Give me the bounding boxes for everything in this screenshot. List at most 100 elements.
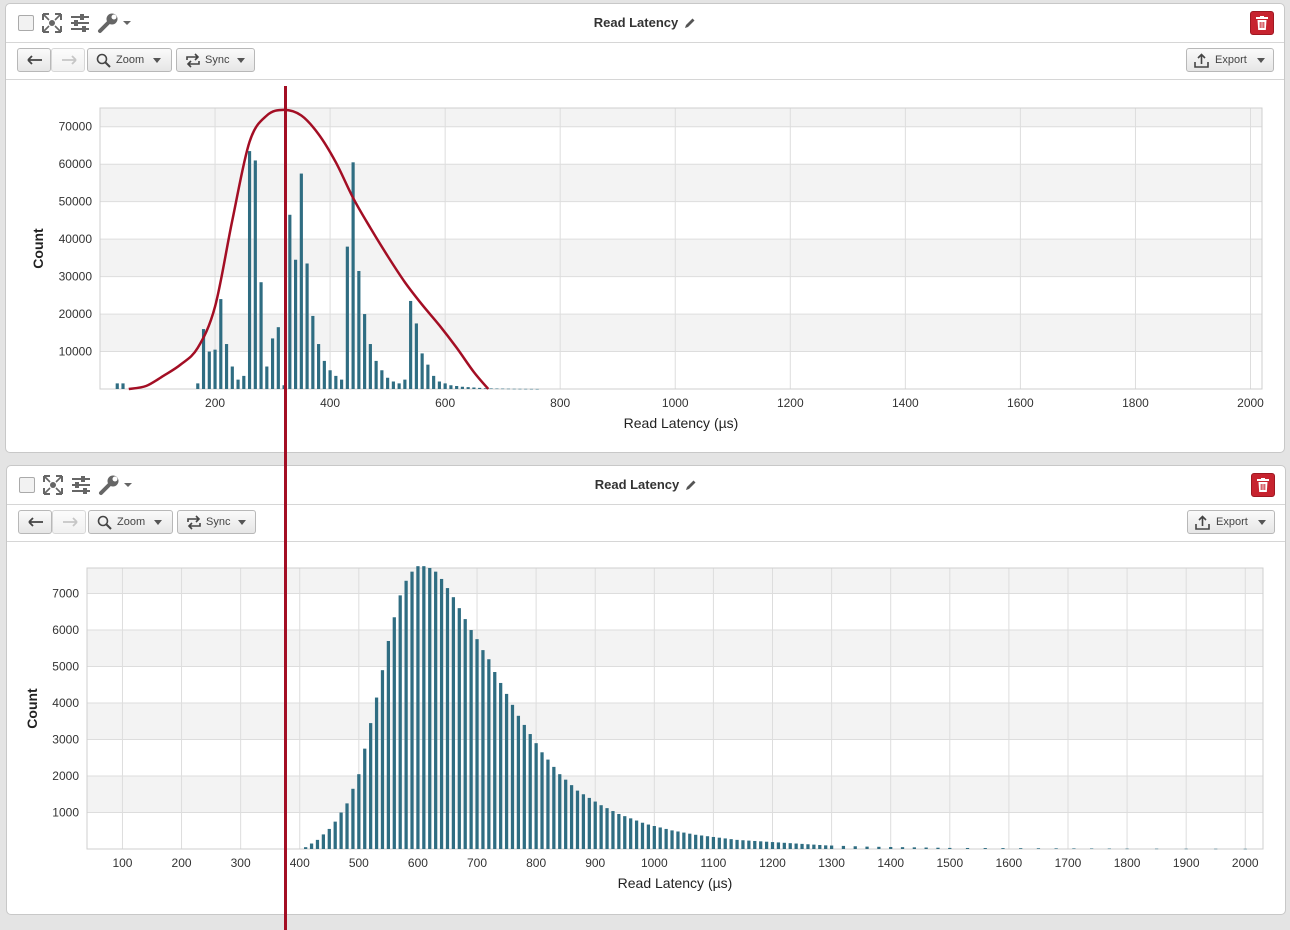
y-tick-label: 30000 (59, 270, 93, 284)
panel-toolbar: Zoom Sync Export (6, 42, 1284, 80)
back-arrow-icon (27, 55, 42, 65)
chart-panel-2: Read Latency Zoom Sync Export 100 200 30… (6, 465, 1286, 915)
histogram-bar (948, 847, 952, 849)
zoom-dropdown[interactable]: Zoom (88, 510, 173, 534)
zoom-dropdown[interactable]: Zoom (87, 48, 172, 72)
histogram-bar (224, 344, 229, 389)
plot-band (100, 126, 1262, 165)
histogram-bar (699, 835, 704, 849)
histogram-bar (487, 659, 491, 849)
chart-panel-1: Read Latency Zoom Sync Export 200 400 60… (5, 3, 1285, 453)
histogram-bar (242, 375, 246, 389)
histogram-bar (432, 375, 436, 389)
export-dropdown[interactable]: Export (1186, 48, 1274, 72)
export-label: Export (1215, 54, 1247, 66)
x-tick-label: 700 (467, 856, 487, 870)
y-tick-label: 50000 (59, 195, 93, 209)
panel-title[interactable]: Read Latency (6, 15, 1284, 32)
histogram-bar (472, 387, 476, 389)
histogram-bar (965, 847, 970, 849)
histogram-bar (253, 160, 257, 389)
plot-band (100, 164, 1262, 202)
histogram-bar (670, 830, 674, 849)
export-icon (1195, 515, 1210, 530)
zoom-label: Zoom (116, 54, 145, 66)
histogram-bar (889, 846, 893, 849)
x-tick-label: 300 (231, 856, 251, 870)
y-tick-label: 6000 (52, 623, 79, 637)
sync-dropdown[interactable]: Sync (177, 510, 256, 534)
histogram-bar (646, 824, 651, 849)
x-tick-label: 2000 (1237, 396, 1264, 410)
histogram-bar (374, 360, 378, 389)
histogram-bar (469, 630, 473, 849)
histogram-bar (652, 826, 656, 849)
x-tick-label: 800 (550, 396, 570, 410)
crosshair-cursor-line[interactable] (284, 86, 287, 930)
back-button[interactable] (18, 510, 52, 534)
histogram-bar (522, 724, 526, 849)
histogram-bar (434, 571, 438, 849)
sync-label: Sync (206, 516, 231, 528)
histogram-bar (735, 839, 739, 849)
histogram-bar (723, 838, 727, 849)
latency-histogram-chart-2[interactable]: 100 200 300 400 500 600 700 800 900 1000 1100 1200 1… (7, 542, 1285, 912)
histogram-bar (717, 837, 721, 849)
histogram-bar (276, 327, 280, 389)
delete-panel-button[interactable] (1250, 11, 1274, 35)
histogram-bar (460, 386, 464, 389)
x-tick-label: 1600 (1007, 396, 1034, 410)
histogram-bar (841, 845, 846, 849)
forward-button[interactable] (52, 510, 86, 534)
sync-dropdown[interactable]: Sync (176, 48, 255, 72)
histogram-bar (333, 821, 337, 849)
back-arrow-icon (28, 517, 43, 527)
x-tick-label: 1200 (759, 856, 786, 870)
histogram-bar (569, 785, 574, 849)
histogram-bar (605, 808, 609, 849)
histogram-bar (759, 841, 763, 849)
histogram-bar (546, 759, 550, 849)
histogram-bar (782, 842, 786, 849)
histogram-bar (794, 843, 798, 849)
histogram-bar (1125, 848, 1129, 850)
pencil-icon[interactable] (685, 479, 697, 494)
histogram-bar (818, 844, 822, 849)
x-tick-label: 500 (349, 856, 369, 870)
y-axis-label: Count (24, 688, 40, 729)
x-tick-label: 1100 (701, 856, 727, 870)
x-tick-label: 900 (585, 856, 605, 870)
x-tick-label: 1800 (1122, 396, 1149, 410)
histogram-bar (564, 779, 568, 849)
histogram-bar (611, 811, 615, 849)
histogram-bar (812, 844, 816, 849)
histogram-bar (315, 839, 320, 849)
panel-toolbar: Zoom Sync Export (7, 504, 1285, 542)
export-dropdown[interactable]: Export (1187, 510, 1275, 534)
panel-title[interactable]: Read Latency (7, 477, 1285, 494)
histogram-bar (230, 366, 234, 389)
histogram-bar (512, 388, 516, 390)
histogram-bar (711, 836, 716, 849)
pencil-icon[interactable] (684, 17, 696, 32)
panel-title-text: Read Latency (593, 15, 679, 30)
histogram-bar (309, 843, 314, 849)
histogram-bar (265, 366, 269, 389)
histogram-bar (115, 383, 119, 389)
histogram-bar (213, 349, 217, 389)
histogram-bar (495, 388, 499, 390)
latency-histogram-chart-1[interactable]: 200 400 600 800 1000 1200 1400 1600 1800 2000 1000… (6, 80, 1284, 450)
histogram-bar (437, 381, 441, 389)
forward-button[interactable] (51, 48, 85, 72)
x-tick-label: 1200 (777, 396, 804, 410)
delete-panel-button[interactable] (1251, 473, 1275, 497)
x-tick-label: 1400 (892, 396, 919, 410)
plot-band (100, 351, 1262, 389)
histogram-bar (340, 379, 344, 389)
back-button[interactable] (17, 48, 51, 72)
histogram-bar (339, 812, 343, 849)
histogram-bar (369, 723, 373, 849)
histogram-bar (404, 580, 408, 849)
histogram-bar (455, 386, 459, 389)
histogram-bar (363, 748, 367, 849)
